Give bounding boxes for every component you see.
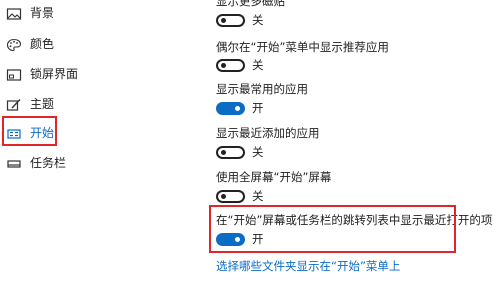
sidebar-item-label: 主题: [30, 97, 55, 111]
sidebar-item-taskbar[interactable]: 任务栏: [0, 150, 180, 176]
toggle-knob: [221, 63, 226, 68]
sidebar-item-color[interactable]: 颜色: [0, 31, 180, 57]
lock-screen-icon: [6, 67, 22, 81]
toggle-knob: [221, 194, 226, 199]
sidebar-item-label: 任务栏: [30, 156, 67, 170]
toggle-state-recent-items-jumplist: 开: [252, 232, 264, 246]
toggle-recently-added[interactable]: [216, 146, 245, 159]
sidebar-item-label: 开始: [30, 126, 55, 140]
theme-brush-icon: [6, 97, 22, 111]
picture-icon: [6, 6, 22, 20]
sidebar: 背景 颜色 锁屏界面 主题 开始 任务栏: [0, 0, 190, 294]
setting-label-suggestions: 偶尔在“开始”菜单中显示推荐应用: [216, 40, 389, 54]
toggle-more-tiles[interactable]: [216, 14, 245, 27]
toggle-knob: [221, 150, 226, 155]
toggle-knob: [221, 18, 226, 23]
choose-folders-link[interactable]: 选择哪些文件夹显示在“开始”菜单上: [216, 259, 400, 273]
taskbar-icon: [6, 156, 22, 170]
toggle-state-recently-added: 关: [252, 145, 264, 159]
toggle-state-suggestions: 关: [252, 58, 264, 72]
setting-label-most-used: 显示最常用的应用: [216, 82, 308, 96]
toggle-knob: [235, 237, 240, 242]
sidebar-item-label: 背景: [30, 6, 55, 20]
setting-label-fullscreen-start: 使用全屏幕“开始”屏幕: [216, 170, 332, 184]
sidebar-item-lock-screen[interactable]: 锁屏界面: [0, 61, 180, 87]
toggle-most-used[interactable]: [216, 102, 245, 115]
sidebar-item-background[interactable]: 背景: [0, 0, 180, 26]
setting-label-recently-added: 显示最近添加的应用: [216, 126, 320, 140]
toggle-fullscreen-start[interactable]: [216, 190, 245, 203]
toggle-recent-items-jumplist[interactable]: [216, 233, 245, 246]
toggle-state-more-tiles: 关: [252, 13, 264, 27]
toggle-knob: [235, 106, 240, 111]
sidebar-item-label: 锁屏界面: [30, 67, 79, 81]
setting-label-more-tiles: 显示更多磁贴: [216, 0, 285, 8]
sidebar-item-theme[interactable]: 主题: [0, 91, 180, 117]
palette-icon: [6, 37, 22, 52]
sidebar-item-label: 颜色: [30, 37, 55, 51]
start-menu-icon: [6, 126, 22, 140]
toggle-state-most-used: 开: [252, 101, 264, 115]
setting-label-recent-items-jumplist: 在“开始”屏幕或任务栏的跳转列表中显示最近打开的项: [216, 213, 493, 227]
sidebar-item-start[interactable]: 开始: [0, 120, 180, 146]
toggle-state-fullscreen-start: 关: [252, 189, 264, 203]
toggle-suggestions[interactable]: [216, 59, 245, 72]
